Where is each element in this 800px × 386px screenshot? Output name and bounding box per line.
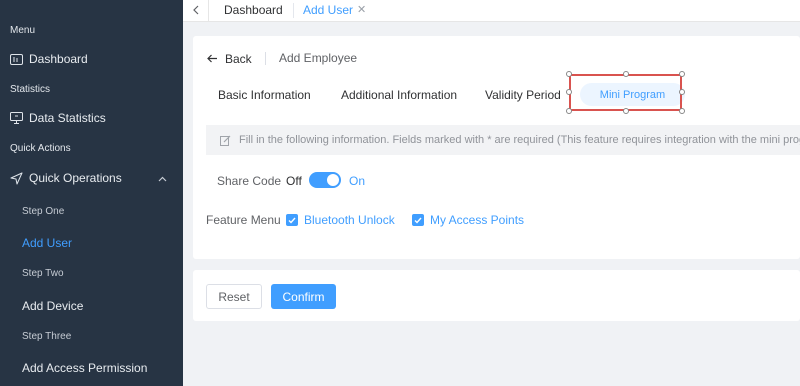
- tab-basic-information[interactable]: Basic Information: [218, 88, 311, 102]
- tab-add-user[interactable]: Add User: [303, 3, 353, 17]
- tab-bar: Dashboard Add User ✕: [183, 0, 800, 22]
- close-icon[interactable]: ✕: [357, 3, 366, 16]
- arrow-left-icon: [207, 51, 218, 66]
- chevron-up-icon: [158, 171, 167, 185]
- tab-additional-information[interactable]: Additional Information: [341, 88, 457, 102]
- my-access-points-checkbox[interactable]: [412, 214, 424, 226]
- toggle-on-label: On: [349, 174, 366, 188]
- info-text: Fill in the following information. Field…: [239, 134, 800, 146]
- bluetooth-unlock-label[interactable]: Bluetooth Unlock: [304, 213, 395, 227]
- back-button[interactable]: Back: [207, 51, 252, 66]
- sidebar-item-add-access-permission[interactable]: Add Access Permission: [22, 361, 147, 375]
- sidebar-item-label: Quick Operations: [29, 171, 122, 185]
- menu-heading: Menu: [10, 25, 36, 36]
- quick-actions-heading: Quick Actions: [10, 143, 71, 154]
- bluetooth-unlock-checkbox[interactable]: [286, 214, 298, 226]
- feature-menu-label: Feature Menu: [206, 213, 281, 227]
- form-actions: Reset Confirm: [193, 270, 800, 321]
- step-three-label: Step Three: [22, 331, 72, 342]
- confirm-button[interactable]: Confirm: [271, 284, 336, 309]
- dashboard-icon: [9, 52, 23, 66]
- my-access-points-label[interactable]: My Access Points: [430, 213, 524, 227]
- resize-handle: [566, 89, 572, 95]
- step-one-label: Step One: [22, 206, 65, 217]
- page-title: Add Employee: [279, 51, 358, 65]
- resize-handle: [679, 89, 685, 95]
- resize-handle: [679, 71, 685, 77]
- step-two-label: Step Two: [22, 268, 64, 279]
- resize-handle: [679, 108, 685, 114]
- sidebar-item-data-statistics[interactable]: Data Statistics: [0, 103, 183, 133]
- resize-handle: [566, 71, 572, 77]
- tab-validity-period[interactable]: Validity Period: [485, 88, 561, 102]
- sidebar: Menu Dashboard Statistics Data Statistic…: [0, 0, 183, 386]
- resize-handle: [623, 71, 629, 77]
- sidebar-item-label: Data Statistics: [29, 111, 106, 125]
- navigation-arrow-icon: [9, 171, 23, 185]
- reset-button[interactable]: Reset: [206, 284, 262, 309]
- back-label: Back: [225, 51, 252, 66]
- chevron-left-icon: [192, 2, 199, 20]
- sidebar-item-quick-operations[interactable]: Quick Operations: [0, 163, 183, 193]
- tab-divider: [293, 3, 294, 18]
- statistics-heading: Statistics: [10, 84, 51, 95]
- resize-handle: [623, 108, 629, 114]
- selection-highlight: [569, 74, 682, 111]
- info-notice: Fill in the following information. Field…: [206, 125, 800, 155]
- check-icon: [414, 217, 422, 224]
- sidebar-item-dashboard[interactable]: Dashboard: [0, 44, 183, 74]
- tab-dashboard[interactable]: Dashboard: [224, 3, 283, 17]
- edit-icon: [220, 135, 231, 146]
- check-icon: [288, 217, 296, 224]
- sidebar-item-label: Dashboard: [29, 52, 88, 66]
- sidebar-item-add-device[interactable]: Add Device: [22, 299, 83, 313]
- form-card: Back Add Employee Basic Information Addi…: [193, 36, 800, 259]
- share-code-toggle[interactable]: [309, 172, 341, 188]
- sidebar-item-add-user[interactable]: Add User: [22, 236, 72, 250]
- toggle-knob: [327, 174, 339, 186]
- resize-handle: [566, 108, 572, 114]
- monitor-icon: [9, 111, 23, 125]
- toggle-off-label: Off: [286, 174, 302, 188]
- tabs-scroll-left-button[interactable]: [183, 0, 209, 22]
- share-code-label: Share Code: [217, 174, 282, 188]
- header-divider: [265, 52, 266, 65]
